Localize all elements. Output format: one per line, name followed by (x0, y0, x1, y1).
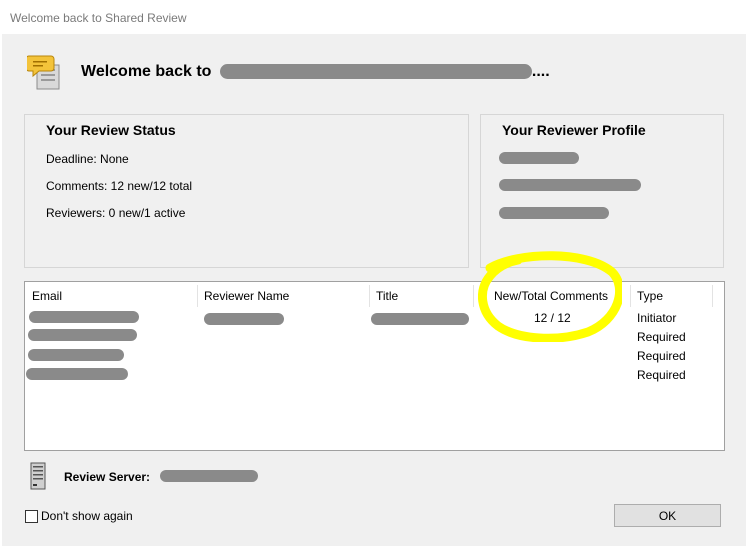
column-header-title[interactable]: Title (376, 289, 398, 307)
type-cell: Required (637, 368, 686, 382)
redacted-reviewer-name (204, 313, 284, 325)
redacted-profile-email (499, 179, 641, 191)
column-header-type[interactable]: Type (637, 289, 663, 307)
type-cell: Initiator (637, 311, 677, 325)
type-cell: Required (637, 349, 686, 363)
review-server-label: Review Server: (64, 470, 151, 484)
redacted-email (28, 329, 137, 341)
redacted-email (26, 368, 128, 380)
redacted-profile-title (499, 207, 609, 219)
window-title: Welcome back to Shared Review (10, 11, 187, 25)
type-cell: Required (637, 330, 686, 344)
highlight-annotation (478, 251, 622, 342)
reviewers-count-text: Reviewers: 0 new/1 active (46, 206, 186, 220)
redacted-document-name (219, 64, 532, 80)
review-status-title: Your Review Status (46, 122, 176, 138)
shared-review-icon (27, 55, 60, 90)
redacted-profile-name (499, 152, 579, 164)
redacted-email (28, 349, 124, 361)
comments-count-text: Comments: 12 new/12 total (46, 179, 193, 193)
welcome-text: Welcome back to (81, 63, 212, 80)
reviewer-profile-title: Your Reviewer Profile (502, 122, 646, 138)
column-divider[interactable] (630, 285, 631, 307)
column-header-reviewer-name[interactable]: Reviewer Name (204, 289, 289, 307)
deadline-text: Deadline: None (46, 152, 129, 166)
redacted-email (29, 311, 139, 323)
review-status-panel: Your Review Status Deadline: None Commen… (24, 114, 469, 268)
server-icon (30, 462, 46, 490)
reviewer-profile-panel: Your Reviewer Profile (480, 114, 724, 268)
column-divider[interactable] (197, 285, 198, 307)
dont-show-again-label[interactable]: Don't show again (41, 509, 133, 523)
dont-show-again-checkbox[interactable] (25, 510, 38, 523)
redacted-title (371, 313, 469, 325)
column-divider[interactable] (712, 285, 713, 307)
column-header-email[interactable]: Email (32, 289, 62, 307)
column-divider[interactable] (473, 285, 474, 307)
ok-button[interactable]: OK (614, 504, 721, 527)
redacted-server-address (160, 470, 258, 482)
welcome-heading: Welcome back to .... (81, 63, 550, 81)
welcome-ellipsis: .... (531, 63, 550, 80)
column-divider[interactable] (369, 285, 370, 307)
title-bar: Welcome back to Shared Review (0, 0, 746, 34)
